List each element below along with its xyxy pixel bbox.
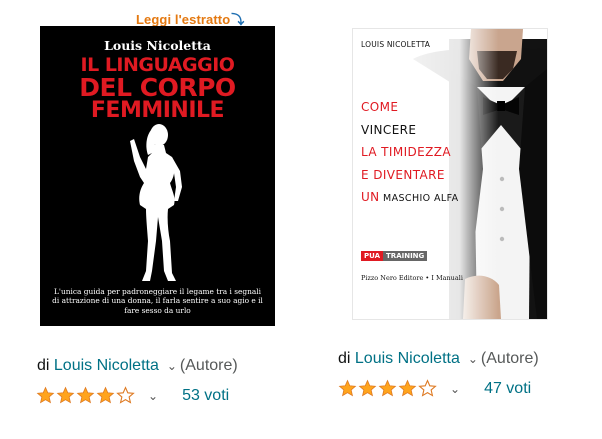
star-full-icon	[378, 379, 397, 397]
cover-author: Louis Nicoletta	[104, 38, 211, 53]
rating-row: ⌄ 53 voti	[36, 386, 229, 405]
chevron-down-icon[interactable]: ⌄	[148, 389, 158, 403]
cover-blurb: L'unica guida per padroneggiare il legam…	[52, 287, 263, 315]
woman-silhouette-illustration	[130, 124, 182, 281]
book-cover-2[interactable]: LOUIS NICOLETTA COME VINCERE LA TIMIDEZZ…	[352, 28, 548, 320]
star-full-icon	[56, 386, 75, 404]
badge-left: PUA	[361, 251, 384, 261]
star-rating[interactable]	[36, 386, 136, 405]
star-rating[interactable]	[338, 379, 438, 398]
cover-title-line-4: E DIVENTARE	[361, 167, 445, 182]
cover-title: COME VINCERE LA TIMIDEZZA E DIVENTARE UN…	[361, 96, 458, 211]
cover-title-line-5: UN MASCHIO ALFA	[361, 190, 459, 204]
byline-prefix: di	[338, 350, 351, 367]
cover-title-line-2: VINCERE	[361, 122, 417, 137]
star-full-icon	[358, 379, 377, 397]
arrow-down-curved-icon: ⤵	[231, 12, 245, 27]
author-link[interactable]: Louis Nicoletta	[355, 350, 460, 367]
chevron-down-icon[interactable]: ⌄	[167, 359, 177, 373]
author-byline: di Louis Nicoletta ⌄ (Autore)	[37, 357, 238, 375]
star-full-icon	[96, 386, 115, 404]
byline-prefix: di	[37, 357, 50, 374]
ratings-count-link[interactable]: 53 voti	[182, 387, 229, 405]
chevron-down-icon[interactable]: ⌄	[468, 352, 478, 366]
cover-publisher: Pizzo Nero Editore • I Manuali	[361, 274, 463, 282]
cover-title-line-1: COME	[361, 100, 399, 114]
cover-title-line-3: femminile	[90, 98, 225, 123]
author-byline: di Louis Nicoletta ⌄ (Autore)	[338, 350, 539, 368]
star-full-icon	[76, 386, 95, 404]
read-sample-label: Leggi l'estratto	[136, 12, 231, 27]
chevron-down-icon[interactable]: ⌄	[450, 382, 460, 396]
star-empty-icon	[418, 379, 437, 397]
ratings-count-link[interactable]: 47 voti	[484, 380, 531, 398]
series-badge: PUA TRAINING	[361, 251, 428, 261]
star-full-icon	[398, 379, 417, 397]
author-role: (Autore)	[179, 357, 238, 374]
cover-title-line-2: del corpo	[79, 73, 236, 102]
star-empty-icon	[116, 386, 135, 404]
cover-title: Il linguaggio del corpo femminile	[46, 56, 269, 122]
cover-author: LOUIS NICOLETTA	[361, 40, 431, 49]
rating-row: ⌄ 47 voti	[338, 379, 531, 398]
star-full-icon	[338, 379, 357, 397]
author-role: (Autore)	[480, 350, 539, 367]
author-link[interactable]: Louis Nicoletta	[54, 357, 159, 374]
badge-right: TRAINING	[383, 251, 428, 261]
star-full-icon	[36, 386, 55, 404]
cover-title-line-3: LA TIMIDEZZA	[361, 145, 452, 159]
book-cover-1[interactable]: Louis Nicoletta Il linguaggio del corpo …	[40, 26, 275, 326]
